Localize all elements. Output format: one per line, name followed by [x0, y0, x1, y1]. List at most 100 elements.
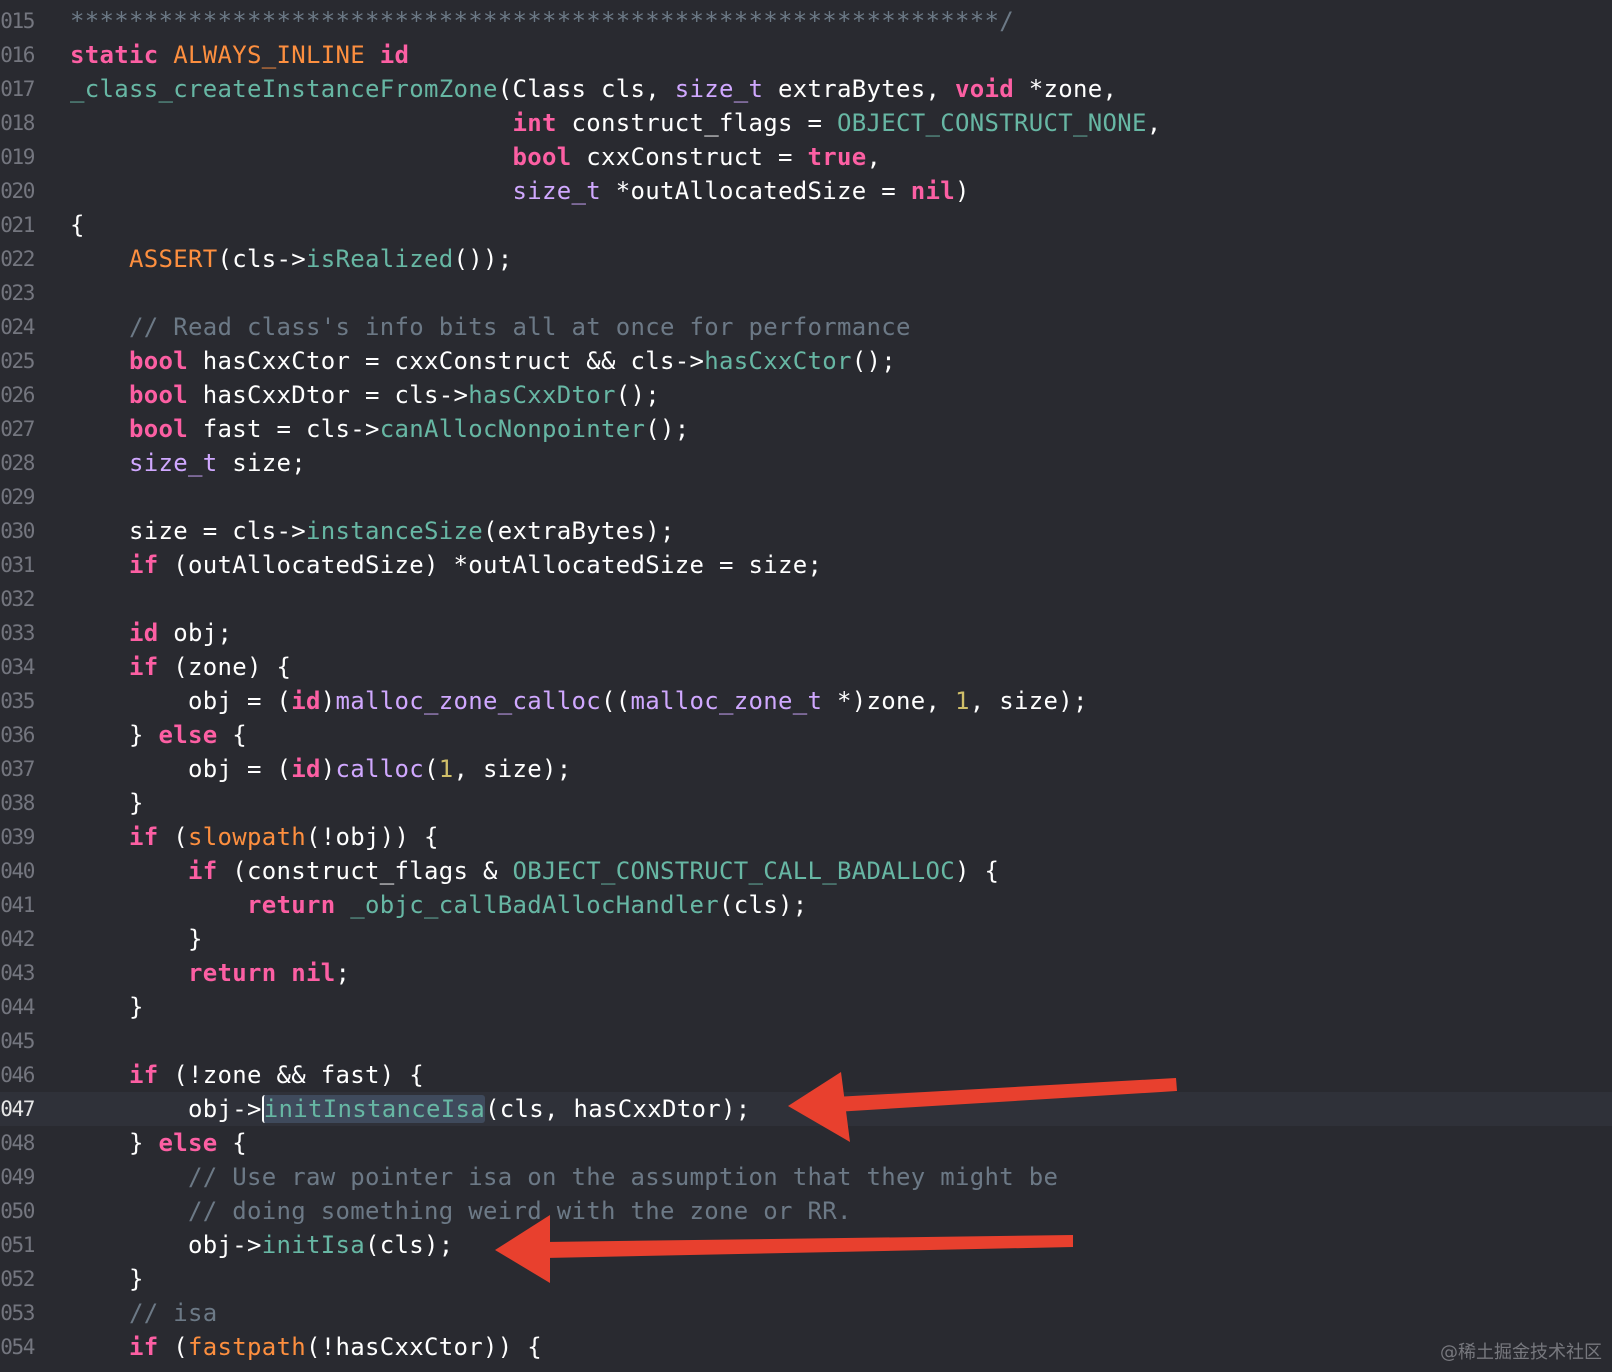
code-line[interactable]: 3026 bool hasCxxDtor = cls->hasCxxDtor()… [0, 378, 1612, 412]
line-number: 3015 [0, 9, 35, 33]
code-text[interactable]: bool hasCxxCtor = cxxConstruct && cls->h… [70, 344, 896, 378]
code-line[interactable]: 3025 bool hasCxxCtor = cxxConstruct && c… [0, 344, 1612, 378]
code-line[interactable]: 3044 } [0, 990, 1612, 1024]
code-text[interactable]: bool cxxConstruct = true, [70, 140, 881, 174]
code-line[interactable]: 3017 _class_createInstanceFromZone(Class … [0, 72, 1612, 106]
code-line[interactable]: 3049 // Use raw pointer isa on the assum… [0, 1160, 1612, 1194]
code-text[interactable]: } [70, 1262, 144, 1296]
code-text[interactable]: int construct_flags = OBJECT_CONSTRUCT_N… [70, 106, 1161, 140]
code-token: , [866, 143, 882, 171]
code-text[interactable]: bool fast = cls->canAllocNonpointer(); [70, 412, 690, 446]
code-text[interactable]: ****************************************… [70, 4, 1014, 38]
code-line[interactable]: 3052 } [0, 1262, 1612, 1296]
code-line[interactable]: 3028 size_t size; [0, 446, 1612, 480]
code-text[interactable]: } [70, 990, 144, 1024]
line-number: 3048 [0, 1131, 35, 1155]
code-text[interactable]: size = cls->instanceSize(extraBytes); [70, 514, 675, 548]
code-text[interactable]: obj->initIsa(cls); [70, 1228, 454, 1262]
code-text[interactable]: id obj; [70, 616, 232, 650]
code-line[interactable]: 3032 [0, 582, 1612, 616]
code-line[interactable]: 3031 if (outAllocatedSize) *outAllocated… [0, 548, 1612, 582]
code-token: true [807, 143, 867, 171]
code-text[interactable]: return nil; [70, 956, 350, 990]
code-line[interactable]: 3036 } else { [0, 718, 1612, 752]
code-text[interactable]: obj = (id)malloc_zone_calloc((malloc_zon… [70, 684, 1088, 718]
code-token: ( [424, 755, 439, 783]
code-line[interactable]: 3045 [0, 1024, 1612, 1058]
selected-token: initInstanceIsa [261, 1095, 485, 1123]
code-text[interactable]: size_t size; [70, 446, 306, 480]
code-text[interactable]: return _objc_callBadAllocHandler(cls); [70, 888, 807, 922]
code-line[interactable]: 3021 { [0, 208, 1612, 242]
code-token: _class_createInstanceFromZone [70, 75, 498, 103]
code-line[interactable]: 3024 // Read class's info bits all at on… [0, 310, 1612, 344]
code-token: hasCxxCtor [704, 347, 852, 375]
code-text[interactable]: // Use raw pointer isa on the assumption… [70, 1160, 1058, 1194]
code-line[interactable]: 3023 [0, 276, 1612, 310]
code-line[interactable]: 3029 [0, 480, 1612, 514]
code-text[interactable]: obj = (id)calloc(1, size); [70, 752, 572, 786]
code-text[interactable]: if (fastpath(!hasCxxCtor)) { [70, 1330, 542, 1364]
code-line[interactable]: 3020 size_t *outAllocatedSize = nil) [0, 174, 1612, 208]
code-line[interactable]: 3042 } [0, 922, 1612, 956]
line-number: 3031 [0, 553, 35, 577]
code-text[interactable]: // Read class's info bits all at once fo… [70, 310, 911, 344]
code-text[interactable]: obj->initInstanceIsa(cls, hasCxxDtor); [70, 1092, 751, 1126]
code-line[interactable]: 3034 if (zone) { [0, 650, 1612, 684]
code-line[interactable]: 3039 if (slowpath(!obj)) { [0, 820, 1612, 854]
code-line[interactable]: 3015 ************************************… [0, 4, 1612, 38]
code-text[interactable]: _class_createInstanceFromZone(Class cls,… [70, 72, 1117, 106]
code-token: if [129, 551, 159, 579]
line-number: 3028 [0, 451, 35, 475]
code-text[interactable]: } else { [70, 718, 247, 752]
code-line[interactable]: 3048 } else { [0, 1126, 1612, 1160]
code-line[interactable]: 3033 id obj; [0, 616, 1612, 650]
code-line[interactable]: 3030 size = cls->instanceSize(extraBytes… [0, 514, 1612, 548]
code-line[interactable]: 3041 return _objc_callBadAllocHandler(cl… [0, 888, 1612, 922]
code-text[interactable]: if (!zone && fast) { [70, 1058, 424, 1092]
code-line[interactable]: 3054 if (fastpath(!hasCxxCtor)) { [0, 1330, 1612, 1364]
code-line[interactable]: 3047 obj->initInstanceIsa(cls, hasCxxDto… [0, 1092, 1612, 1126]
code-line[interactable]: 3053 // isa [0, 1296, 1612, 1330]
code-text[interactable]: ASSERT(cls->isRealized()); [70, 242, 513, 276]
code-text[interactable]: static ALWAYS_INLINE id [70, 38, 409, 72]
code-token: (!zone && fast) { [158, 1061, 424, 1089]
code-line[interactable]: 3027 bool fast = cls->canAllocNonpointer… [0, 412, 1612, 446]
code-text[interactable]: // doing something weird with the zone o… [70, 1194, 852, 1228]
code-text[interactable]: } [70, 922, 203, 956]
line-number: 3024 [0, 315, 35, 339]
code-line[interactable]: 3037 obj = (id)calloc(1, size); [0, 752, 1612, 786]
line-number: 3019 [0, 145, 35, 169]
code-text[interactable]: // isa [70, 1296, 218, 1330]
code-token: // doing something weird with the zone o… [188, 1197, 852, 1225]
code-line[interactable]: 3046 if (!zone && fast) { [0, 1058, 1612, 1092]
code-text[interactable]: size_t *outAllocatedSize = nil) [70, 174, 970, 208]
code-token: fastpath [188, 1333, 306, 1361]
code-text[interactable]: if (slowpath(!obj)) { [70, 820, 439, 854]
line-number: 3051 [0, 1233, 35, 1257]
code-text[interactable]: if (construct_flags & OBJECT_CONSTRUCT_C… [70, 854, 999, 888]
code-text[interactable]: if (outAllocatedSize) *outAllocatedSize … [70, 548, 822, 582]
code-line[interactable]: 3018 int construct_flags = OBJECT_CONSTR… [0, 106, 1612, 140]
code-token: OBJECT_CONSTRUCT_CALL_BADALLOC [512, 857, 955, 885]
code-text[interactable]: bool hasCxxDtor = cls->hasCxxDtor(); [70, 378, 660, 412]
code-line[interactable]: 3035 obj = (id)malloc_zone_calloc((mallo… [0, 684, 1612, 718]
line-number: 3043 [0, 961, 35, 985]
code-text[interactable]: } else { [70, 1126, 247, 1160]
code-text[interactable]: { [70, 208, 85, 242]
code-editor[interactable]: 3015 ************************************… [0, 0, 1612, 1372]
code-token: construct_flags = [556, 109, 837, 137]
code-line[interactable]: 3050 // doing something weird with the z… [0, 1194, 1612, 1228]
code-line[interactable]: 3043 return nil; [0, 956, 1612, 990]
code-line[interactable]: 3022 ASSERT(cls->isRealized()); [0, 242, 1612, 276]
code-line[interactable]: 3040 if (construct_flags & OBJECT_CONSTR… [0, 854, 1612, 888]
code-line[interactable]: 3051 obj->initIsa(cls); [0, 1228, 1612, 1262]
code-text[interactable]: if (zone) { [70, 650, 291, 684]
code-text[interactable]: } [70, 786, 144, 820]
code-line[interactable]: 3019 bool cxxConstruct = true, [0, 140, 1612, 174]
code-line[interactable]: 3038 } [0, 786, 1612, 820]
code-line[interactable]: 3016 static ALWAYS_INLINE id [0, 38, 1612, 72]
